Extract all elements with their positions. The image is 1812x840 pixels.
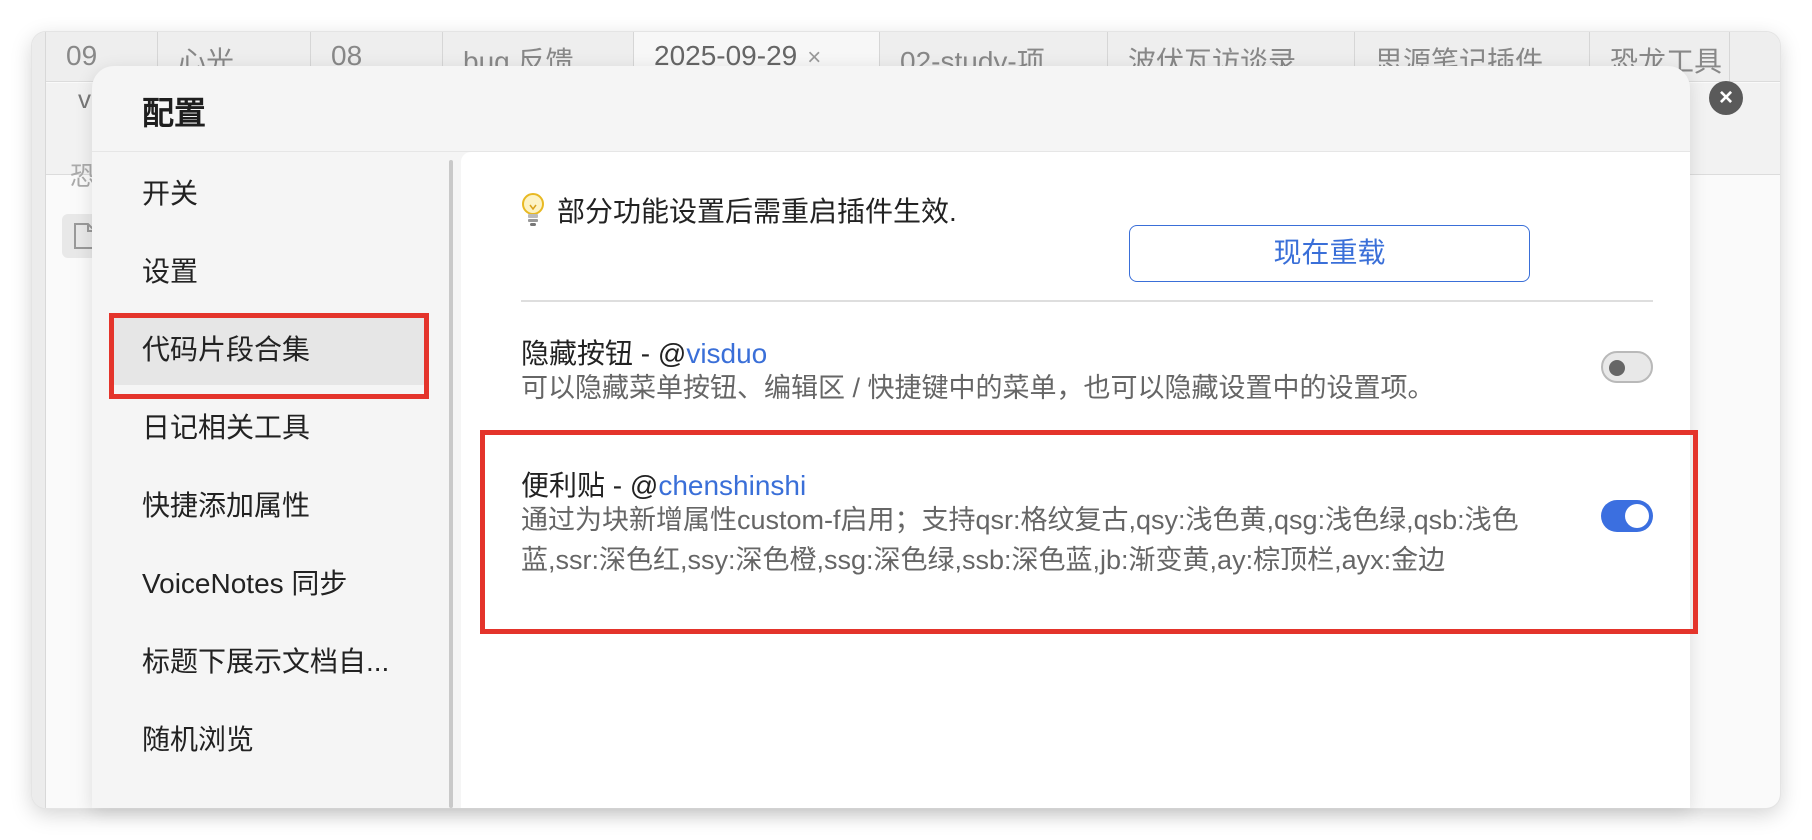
lightbulb-icon <box>521 192 545 228</box>
settings-content: 部分功能设置后需重启插件生效. 现在重载 隐藏按钮 - @visduo 可以隐藏… <box>461 152 1690 808</box>
sidebar-item-label: 开关 <box>142 178 199 209</box>
sidebar-item-random-browse[interactable]: 随机浏览 <box>110 705 428 775</box>
sidebar-item-label: 日记相关工具 <box>142 412 311 443</box>
sidebar-item-label: 设置 <box>142 256 199 287</box>
toggle-knob <box>1609 360 1625 376</box>
settings-sidebar: 开关 设置 代码片段合集 日记相关工具 快捷添加属性 VoiceNotes 同步… <box>92 152 454 808</box>
setting-title-hide-buttons: 隐藏按钮 - @visduo <box>521 332 767 372</box>
notice-text: 部分功能设置后需重启插件生效. <box>557 196 957 227</box>
setting-title-text: 便利贴 - @ <box>521 470 659 501</box>
setting-description: 通过为块新增属性custom-f启用；支持qsr:格纹复古,qsy:浅色黄,qs… <box>521 505 1519 575</box>
toggle-hide-buttons[interactable] <box>1601 351 1653 383</box>
close-icon[interactable]: × <box>1709 81 1743 115</box>
left-strip <box>32 32 46 808</box>
sidebar-item-doc-under-title[interactable]: 标题下展示文档自... <box>110 627 428 697</box>
sidebar-item-label: VoiceNotes 同步 <box>142 568 348 599</box>
author-link[interactable]: visduo <box>686 338 767 369</box>
toggle-sticky-notes[interactable] <box>1601 500 1653 532</box>
sidebar-item-voicenotes-sync[interactable]: VoiceNotes 同步 <box>110 549 428 619</box>
sidebar-item-switch[interactable]: 开关 <box>110 159 428 229</box>
reload-button[interactable]: 现在重载 <box>1129 225 1530 282</box>
sidebar-item-label: 标题下展示文档自... <box>142 646 390 677</box>
sidebar-item-diary-tools[interactable]: 日记相关工具 <box>110 393 428 463</box>
tab-row2-label: v <box>78 84 91 114</box>
sidebar-item-label: 快捷添加属性 <box>142 490 311 521</box>
author-link[interactable]: chenshinshi <box>658 470 806 501</box>
divider <box>521 300 1653 302</box>
sidebar-item-settings[interactable]: 设置 <box>110 237 428 307</box>
sidebar-item-quick-attributes[interactable]: 快捷添加属性 <box>110 471 428 541</box>
restart-notice: 部分功能设置后需重启插件生效. <box>521 190 957 230</box>
setting-title-text: 隐藏按钮 - @ <box>521 338 687 369</box>
tab-label: 09 <box>66 40 98 71</box>
setting-title-sticky-notes: 便利贴 - @chenshinshi <box>521 464 806 504</box>
setting-description: 可以隐藏菜单按钮、编辑区 / 快捷键中的菜单，也可以隐藏设置中的设置项。 <box>521 373 1435 403</box>
config-dialog: 配置 开关 设置 代码片段合集 日记相关工具 快捷添加属性 VoiceNotes… <box>92 66 1690 808</box>
dialog-title: 配置 <box>142 95 207 131</box>
sidebar-item-label: 随机浏览 <box>142 724 255 755</box>
sidebar-scrollbar[interactable] <box>449 160 453 808</box>
divider <box>521 432 1653 434</box>
toggle-knob <box>1625 504 1649 528</box>
sidebar-item-snippets[interactable]: 代码片段合集 <box>110 315 428 385</box>
sidebar-item-label: 代码片段合集 <box>142 334 311 365</box>
